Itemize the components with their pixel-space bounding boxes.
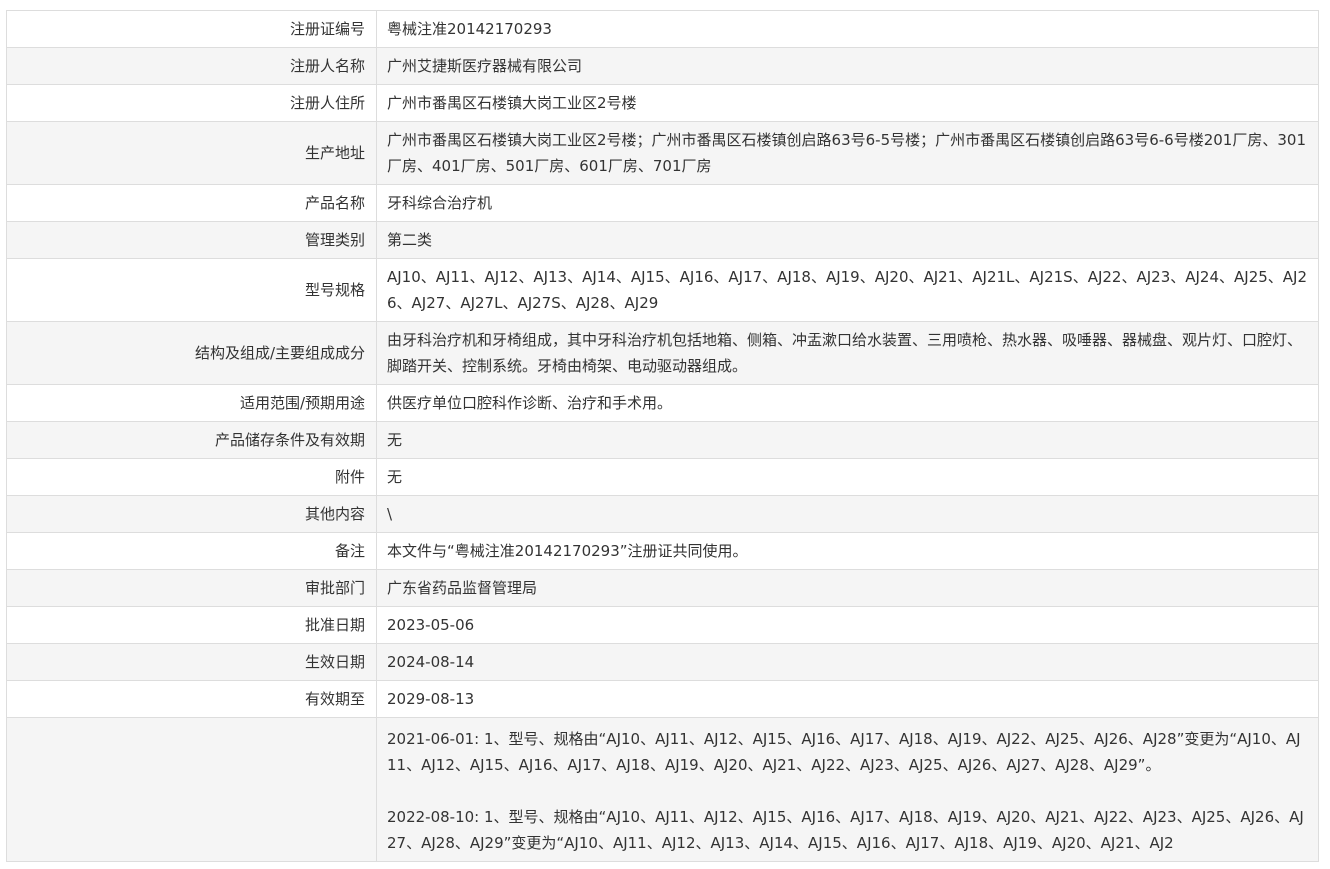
row-label: 管理类别 xyxy=(6,221,377,259)
row-label: 附件 xyxy=(6,458,377,496)
row-label: 产品名称 xyxy=(6,184,377,222)
history-entry: 2021-06-01: 1、型号、规格由“AJ10、AJ11、AJ12、AJ15… xyxy=(387,730,1301,774)
row-value: 粤械注准20142170293 xyxy=(376,10,1319,48)
row-value: 2029-08-13 xyxy=(376,680,1319,718)
row-value: 广州市番禺区石楼镇大岗工业区2号楼；广州市番禺区石楼镇创启路63号6-5号楼；广… xyxy=(376,121,1319,185)
row-label: 结构及组成/主要组成成分 xyxy=(6,321,377,385)
row-approval-department: 审批部门 广东省药品监督管理局 xyxy=(6,569,1319,607)
row-label: 批准日期 xyxy=(6,606,377,644)
row-effective-date: 生效日期 2024-08-14 xyxy=(6,643,1319,681)
row-intended-use: 适用范围/预期用途 供医疗单位口腔科作诊断、治疗和手术用。 xyxy=(6,384,1319,422)
row-structure-composition: 结构及组成/主要组成成分 由牙科治疗机和牙椅组成，其中牙科治疗机包括地箱、侧箱、… xyxy=(6,321,1319,385)
row-value: AJ10、AJ11、AJ12、AJ13、AJ14、AJ15、AJ16、AJ17、… xyxy=(376,258,1319,322)
row-label: 型号规格 xyxy=(6,258,377,322)
row-value: 牙科综合治疗机 xyxy=(376,184,1319,222)
row-attachments: 附件 无 xyxy=(6,458,1319,496)
row-approval-date: 批准日期 2023-05-06 xyxy=(6,606,1319,644)
row-value: 由牙科治疗机和牙椅组成，其中牙科治疗机包括地箱、侧箱、冲盂漱口给水装置、三用喷枪… xyxy=(376,321,1319,385)
row-label: 注册人住所 xyxy=(6,84,377,122)
row-registrant-name: 注册人名称 广州艾捷斯医疗器械有限公司 xyxy=(6,47,1319,85)
row-value: 第二类 xyxy=(376,221,1319,259)
row-label: 适用范围/预期用途 xyxy=(6,384,377,422)
row-value: 本文件与“粤械注准20142170293”注册证共同使用。 xyxy=(376,532,1319,570)
change-history-value: 2021-06-01: 1、型号、规格由“AJ10、AJ11、AJ12、AJ15… xyxy=(376,717,1319,862)
row-label: 注册证编号 xyxy=(6,10,377,48)
row-value: 无 xyxy=(376,421,1319,459)
row-valid-until: 有效期至 2029-08-13 xyxy=(6,680,1319,718)
row-value: 广州市番禺区石楼镇大岗工业区2号楼 xyxy=(376,84,1319,122)
row-registration-number: 注册证编号 粤械注准20142170293 xyxy=(6,10,1319,48)
row-value: 广东省药品监督管理局 xyxy=(376,569,1319,607)
row-label: 注册人名称 xyxy=(6,47,377,85)
row-registrant-address: 注册人住所 广州市番禺区石楼镇大岗工业区2号楼 xyxy=(6,84,1319,122)
history-spacer xyxy=(387,778,1308,804)
row-label xyxy=(6,717,377,862)
row-other-content: 其他内容 \ xyxy=(6,495,1319,533)
row-value: 无 xyxy=(376,458,1319,496)
row-label: 审批部门 xyxy=(6,569,377,607)
row-value: \ xyxy=(376,495,1319,533)
row-label: 生产地址 xyxy=(6,121,377,185)
row-value: 2023-05-06 xyxy=(376,606,1319,644)
row-remarks: 备注 本文件与“粤械注准20142170293”注册证共同使用。 xyxy=(6,532,1319,570)
row-product-name: 产品名称 牙科综合治疗机 xyxy=(6,184,1319,222)
history-entry: 2022-08-10: 1、型号、规格由“AJ10、AJ11、AJ12、AJ15… xyxy=(387,808,1304,852)
row-value: 广州艾捷斯医疗器械有限公司 xyxy=(376,47,1319,85)
row-label: 其他内容 xyxy=(6,495,377,533)
row-label: 备注 xyxy=(6,532,377,570)
row-model-specs: 型号规格 AJ10、AJ11、AJ12、AJ13、AJ14、AJ15、AJ16、… xyxy=(6,258,1319,322)
row-label: 产品储存条件及有效期 xyxy=(6,421,377,459)
row-value: 供医疗单位口腔科作诊断、治疗和手术用。 xyxy=(376,384,1319,422)
row-production-address: 生产地址 广州市番禺区石楼镇大岗工业区2号楼；广州市番禺区石楼镇创启路63号6-… xyxy=(6,121,1319,185)
row-change-history: 2021-06-01: 1、型号、规格由“AJ10、AJ11、AJ12、AJ15… xyxy=(6,717,1319,862)
row-storage-validity: 产品储存条件及有效期 无 xyxy=(6,421,1319,459)
row-value: 2024-08-14 xyxy=(376,643,1319,681)
registration-info-table: 注册证编号 粤械注准20142170293 注册人名称 广州艾捷斯医疗器械有限公… xyxy=(6,10,1319,862)
row-label: 有效期至 xyxy=(6,680,377,718)
registration-detail-panel: 注册证编号 粤械注准20142170293 注册人名称 广州艾捷斯医疗器械有限公… xyxy=(0,0,1330,862)
row-label: 生效日期 xyxy=(6,643,377,681)
row-management-category: 管理类别 第二类 xyxy=(6,221,1319,259)
